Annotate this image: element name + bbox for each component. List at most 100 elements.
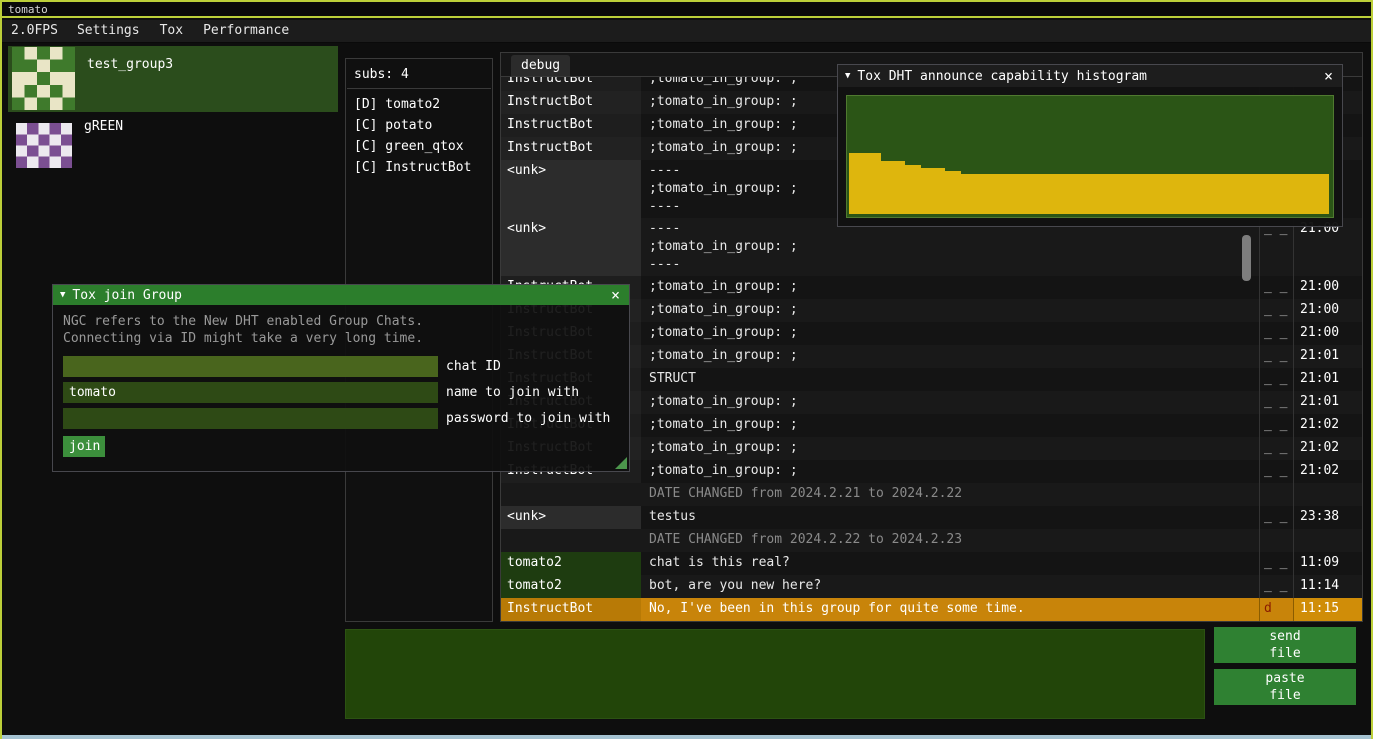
date-separator-row: DATE CHANGED from 2024.2.21 to 2024.2.22	[501, 483, 1362, 506]
join-group-title: Tox join Group	[72, 288, 602, 303]
chat-id-input[interactable]	[63, 356, 438, 377]
message-status-flags: _ _	[1259, 552, 1293, 575]
message-timestamp: 21:00	[1293, 322, 1362, 345]
window-title: tomato	[8, 3, 48, 16]
message-text: ;tomato_in_group: ;	[641, 276, 1259, 299]
menu-item-tox[interactable]: Tox	[150, 20, 193, 42]
histogram-bar	[1193, 174, 1201, 214]
menu-item-performance[interactable]: Performance	[193, 20, 299, 42]
message-text: No, I've been in this group for quite so…	[641, 598, 1259, 621]
message-timestamp	[1293, 529, 1362, 552]
message-timestamp: 21:00	[1293, 276, 1362, 299]
member-list-item[interactable]: [C] green_qtox	[346, 136, 492, 157]
chat-message-row[interactable]: InstructBot;tomato_in_group: ;_ _21:02	[501, 414, 1362, 437]
join-group-titlebar[interactable]: ▼ Tox join Group ×	[53, 285, 629, 305]
tab-debug[interactable]: debug	[511, 55, 570, 76]
group-item-green[interactable]: gREEN	[8, 114, 338, 174]
collapse-icon[interactable]: ▼	[60, 290, 65, 300]
histogram-bar	[1289, 174, 1297, 214]
send-file-button[interactable]: send file	[1214, 627, 1356, 663]
histogram-bar	[985, 174, 993, 214]
dht-histogram-body	[838, 87, 1342, 226]
member-list-item[interactable]: [C] potato	[346, 115, 492, 136]
chat-message-row[interactable]: tomato2chat is this real?_ _11:09	[501, 552, 1362, 575]
histogram-bar	[1217, 174, 1225, 214]
histogram-bar	[1249, 174, 1257, 214]
join-name-input[interactable]	[63, 382, 438, 403]
histogram-bar	[1169, 174, 1177, 214]
histogram-bar	[1113, 174, 1121, 214]
message-text: bot, are you new here?	[641, 575, 1259, 598]
histogram-bar	[913, 165, 921, 214]
message-sender: InstructBot	[501, 598, 641, 621]
histogram-bar	[1121, 174, 1129, 214]
chat-message-row[interactable]: InstructBot;tomato_in_group: ;_ _21:00	[501, 322, 1362, 345]
group-item-test-group3[interactable]: test_group3	[8, 46, 338, 112]
close-icon[interactable]: ×	[609, 288, 622, 302]
histogram-bar	[977, 174, 985, 214]
message-timestamp: 21:02	[1293, 460, 1362, 483]
group-avatar-green	[16, 123, 72, 168]
message-status-flags: _ _	[1259, 437, 1293, 460]
message-timestamp: 11:14	[1293, 575, 1362, 598]
histogram-bar	[1065, 174, 1073, 214]
join-button[interactable]: join	[63, 436, 105, 457]
chat-message-row[interactable]: InstructBot;tomato_in_group: ;_ _21:01	[501, 391, 1362, 414]
chat-message-row[interactable]: InstructBot;tomato_in_group: ;_ _21:00	[501, 299, 1362, 322]
message-sender: <unk>	[501, 218, 641, 276]
window-bottom-border	[2, 735, 1371, 739]
join-password-input[interactable]	[63, 408, 438, 429]
dht-histogram-titlebar[interactable]: ▼ Tox DHT announce capability histogram …	[838, 65, 1342, 87]
message-timestamp: 11:15	[1293, 598, 1362, 621]
message-text: ;tomato_in_group: ;	[641, 414, 1259, 437]
fps-counter: 2.0FPS	[2, 20, 67, 42]
chat-scrollbar-thumb[interactable]	[1242, 235, 1251, 281]
histogram-bar	[1081, 174, 1089, 214]
histogram-bar	[1305, 174, 1313, 214]
chat-message-row[interactable]: InstructBot;tomato_in_group: ;_ _21:00	[501, 276, 1362, 299]
paste-file-button[interactable]: paste file	[1214, 669, 1356, 705]
chat-message-row[interactable]: InstructBotNo, I've been in this group f…	[501, 598, 1362, 621]
chat-message-row[interactable]: tomato2bot, are you new here?_ _11:14	[501, 575, 1362, 598]
message-status-flags	[1259, 483, 1293, 506]
resize-grip[interactable]	[615, 457, 627, 469]
date-separator-text: DATE CHANGED from 2024.2.22 to 2024.2.23	[641, 529, 1259, 552]
message-sender: InstructBot	[501, 114, 641, 137]
message-text: ;tomato_in_group: ;	[641, 460, 1259, 483]
histogram-bar	[1041, 174, 1049, 214]
histogram-bar	[1137, 174, 1145, 214]
message-status-flags: _ _	[1259, 345, 1293, 368]
message-timestamp: 21:01	[1293, 368, 1362, 391]
chat-message-row[interactable]: InstructBotSTRUCT_ _21:01	[501, 368, 1362, 391]
message-status-flags: _ _	[1259, 391, 1293, 414]
message-input[interactable]	[345, 629, 1205, 719]
member-list-item[interactable]: [C] InstructBot	[346, 157, 492, 178]
chat-message-row[interactable]: InstructBot;tomato_in_group: ;_ _21:01	[501, 345, 1362, 368]
window-title-bar[interactable]: tomato	[2, 2, 1371, 18]
histogram-bar	[873, 153, 881, 214]
chat-message-row[interactable]: InstructBot;tomato_in_group: ;_ _21:02	[501, 460, 1362, 483]
histogram-bar	[1017, 174, 1025, 214]
message-timestamp: 21:00	[1293, 299, 1362, 322]
histogram-bar	[1321, 174, 1329, 214]
chat-message-row[interactable]: InstructBot;tomato_in_group: ;_ _21:02	[501, 437, 1362, 460]
message-sender: <unk>	[501, 160, 641, 218]
histogram-bar	[1145, 174, 1153, 214]
chat-message-row[interactable]: <unk>testus_ _23:38	[501, 506, 1362, 529]
dht-histogram-title: Tox DHT announce capability histogram	[857, 69, 1315, 84]
member-list-item[interactable]: [D] tomato2	[346, 94, 492, 115]
message-text: testus	[641, 506, 1259, 529]
message-text: ;tomato_in_group: ;	[641, 391, 1259, 414]
histogram-bar	[1241, 174, 1249, 214]
menu-item-settings[interactable]: Settings	[67, 20, 150, 42]
collapse-icon[interactable]: ▼	[845, 71, 850, 81]
histogram-bar	[1129, 174, 1137, 214]
message-text: ;tomato_in_group: ;	[641, 345, 1259, 368]
group-avatar-test-group3	[12, 47, 75, 110]
close-icon[interactable]: ×	[1322, 69, 1335, 83]
histogram-bar	[1025, 174, 1033, 214]
message-text: chat is this real?	[641, 552, 1259, 575]
histogram-bar	[849, 153, 857, 214]
message-sender: InstructBot	[501, 77, 641, 91]
message-text: STRUCT	[641, 368, 1259, 391]
